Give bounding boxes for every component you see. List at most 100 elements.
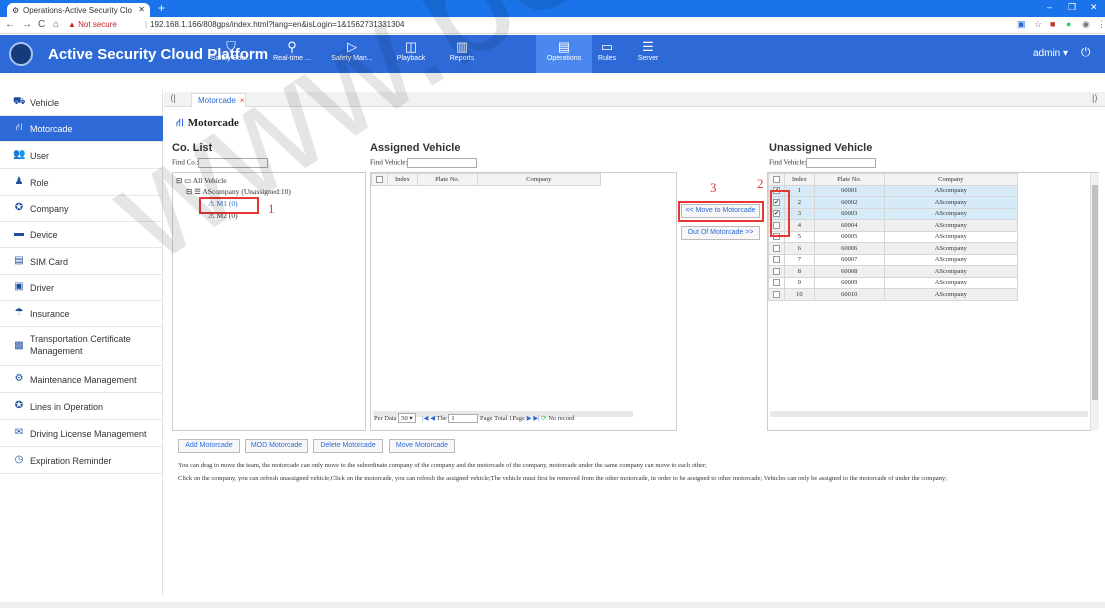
table-row[interactable]: 7 60007 AScompany: [768, 253, 1019, 266]
select-all-cell[interactable]: [371, 173, 388, 186]
row-checkbox[interactable]: [772, 279, 780, 287]
profile-icon[interactable]: ◉: [1082, 19, 1090, 30]
select-all-checkbox[interactable]: [772, 175, 780, 183]
close-tab-icon[interactable]: ✕: [138, 5, 145, 14]
sidebar-item-label: Company: [30, 204, 69, 214]
vertical-scrollbar[interactable]: [1090, 173, 1099, 431]
table-row[interactable]: 4 60004 AScompany: [768, 219, 1019, 232]
row-select-cell[interactable]: [768, 265, 785, 278]
find-unassigned-vehicle-input[interactable]: [806, 158, 877, 168]
next-page-icon[interactable]: ▶: [527, 415, 532, 422]
sidebar-item-user[interactable]: 👥 User: [0, 143, 163, 169]
horizontal-scrollbar[interactable]: [770, 411, 1088, 417]
browser-menu-icon[interactable]: ⋮: [1097, 19, 1105, 30]
scrollbar-thumb[interactable]: [1092, 185, 1098, 400]
nav-tab-reports[interactable]: ▥ Reports: [434, 35, 490, 73]
sidebar-item-maintenance[interactable]: ⚙ Maintenance Management: [0, 367, 163, 393]
last-page-icon[interactable]: ▶|: [533, 415, 539, 422]
new-tab-icon[interactable]: +: [158, 1, 165, 15]
sidebar-item-driver[interactable]: ▣ Driver: [0, 275, 163, 301]
row-checkbox[interactable]: [772, 256, 780, 264]
url-field[interactable]: 192.168.1.166/808gps/index.html?lang=en&…: [150, 20, 404, 29]
per-data-select[interactable]: 50 ▾: [398, 413, 416, 423]
table-row[interactable]: 8 60008 AScompany: [768, 265, 1019, 278]
nav-tab-playback[interactable]: ◫ Playback: [383, 35, 439, 73]
table-row[interactable]: ✔ 3 60003 AScompany: [768, 207, 1019, 220]
table-row[interactable]: 10 60010 AScompany: [768, 288, 1019, 301]
sidebar-item-sim-card[interactable]: ▤ SIM Card: [0, 249, 163, 275]
index-cell: 7: [783, 253, 815, 266]
back-icon[interactable]: ←: [5, 19, 15, 30]
sidebar-item-transportation-certificate[interactable]: ▩ Transportation Certificate Management: [0, 328, 163, 366]
maximize-icon[interactable]: ❐: [1068, 2, 1076, 13]
tab-scroll-left-icon[interactable]: ⟨|: [170, 93, 176, 104]
find-company-label: Find Co.:: [172, 158, 199, 167]
not-secure-indicator[interactable]: ▲ Not secure: [68, 20, 117, 29]
translate-icon[interactable]: ▣: [1017, 19, 1026, 30]
close-tab-icon[interactable]: ×: [240, 96, 245, 105]
row-checkbox[interactable]: [772, 290, 780, 298]
sidebar-item-driving-license[interactable]: ✉ Driving License Management: [0, 421, 163, 447]
prev-page-icon[interactable]: ◀: [430, 415, 435, 422]
table-row[interactable]: ✔ 2 60002 AScompany: [768, 196, 1019, 209]
nav-tab-safety-board[interactable]: ⛉ Safety Boa...: [203, 35, 259, 73]
browser-tab[interactable]: ⚙ Operations-Active Security Clo ✕: [7, 3, 150, 17]
find-company-input[interactable]: [198, 158, 269, 168]
nav-tab-label: Playback: [396, 55, 426, 62]
delete-motorcade-button[interactable]: Delete Motorcade: [313, 439, 383, 453]
sidebar-item-role[interactable]: ♟ Role: [0, 170, 163, 196]
nav-tab-server[interactable]: ☰ Server: [620, 35, 676, 73]
sidebar-item-label: Vehicle: [30, 98, 60, 108]
table-row[interactable]: 5 60005 AScompany: [768, 230, 1019, 243]
row-select-cell[interactable]: [768, 253, 785, 266]
extension-green-icon[interactable]: ●: [1066, 19, 1071, 29]
user-menu[interactable]: admin ▾: [1033, 48, 1068, 59]
sidebar-item-lines-in-operation[interactable]: ✪ Lines in Operation: [0, 394, 163, 420]
per-data-label: Per Data: [374, 415, 397, 422]
collapse-icon[interactable]: ⊟: [186, 187, 192, 196]
add-motorcade-button[interactable]: Add Motorcade: [178, 439, 240, 453]
logout-icon[interactable]: ⏻: [1081, 45, 1091, 60]
sidebar-item-device[interactable]: ▬ Device: [0, 222, 163, 248]
extension-icon[interactable]: ■: [1050, 19, 1055, 29]
tab-scroll-right-icon[interactable]: |⟩: [1092, 93, 1098, 104]
maintenance-icon: ⚙: [14, 373, 24, 384]
close-window-icon[interactable]: ✕: [1090, 2, 1098, 13]
row-select-cell[interactable]: [768, 288, 785, 301]
page-number-input[interactable]: 1: [448, 414, 479, 423]
sidebar-item-vehicle[interactable]: ⛟ Vehicle: [0, 90, 163, 116]
select-all-cell[interactable]: [768, 173, 785, 186]
nav-tab-safety-management[interactable]: ▷ Safety Man...: [324, 35, 380, 73]
sidebar-item-insurance[interactable]: ☂ Insurance: [0, 301, 163, 327]
tab-motorcade[interactable]: Motorcade ×: [191, 93, 246, 107]
row-checkbox[interactable]: [772, 267, 780, 275]
sidebar-item-company[interactable]: ✪ Company: [0, 196, 163, 222]
sidebar-item-motorcade[interactable]: ⛙ Motorcade: [0, 116, 163, 142]
nav-tab-real-time[interactable]: ⚲ Real-time ...: [264, 35, 320, 73]
find-assigned-vehicle-input[interactable]: [407, 158, 478, 168]
minimize-icon[interactable]: –: [1047, 2, 1052, 12]
play-shield-icon: ▷: [347, 39, 357, 54]
row-select-cell[interactable]: [768, 242, 785, 255]
nav-tab-label: Server: [637, 55, 659, 62]
home-icon[interactable]: ⌂: [53, 19, 59, 30]
collapse-icon[interactable]: ⊟: [176, 176, 182, 185]
tree-node-all-vehicle[interactable]: ⊟ ▭ All Vehicle: [176, 176, 227, 185]
row-checkbox[interactable]: [772, 244, 780, 252]
sidebar-item-expiration-reminder[interactable]: ◷ Expiration Reminder: [0, 448, 163, 474]
tree-node-company[interactable]: ⊟ ☰ AScompany (Unassigned:10): [186, 187, 291, 196]
table-row[interactable]: ✔ 1 60001 AScompany: [768, 184, 1019, 197]
out-of-motorcade-button[interactable]: Out Of Motorcade >>: [681, 226, 760, 240]
bookmark-star-icon[interactable]: ☆: [1034, 19, 1042, 30]
table-row[interactable]: 9 60009 AScompany: [768, 276, 1019, 289]
move-motorcade-button[interactable]: Move Motorcade: [389, 439, 455, 453]
row-select-cell[interactable]: [768, 276, 785, 289]
mod-motorcade-button[interactable]: MOD Motorcade: [245, 439, 308, 453]
reload-icon[interactable]: C: [38, 19, 45, 30]
forward-icon[interactable]: →: [22, 19, 32, 30]
select-all-checkbox[interactable]: [375, 175, 383, 183]
bottom-bar: [0, 602, 1105, 608]
first-page-icon[interactable]: |◀: [422, 415, 428, 422]
refresh-icon[interactable]: ⟳: [541, 415, 546, 422]
table-row[interactable]: 6 60006 AScompany: [768, 242, 1019, 255]
